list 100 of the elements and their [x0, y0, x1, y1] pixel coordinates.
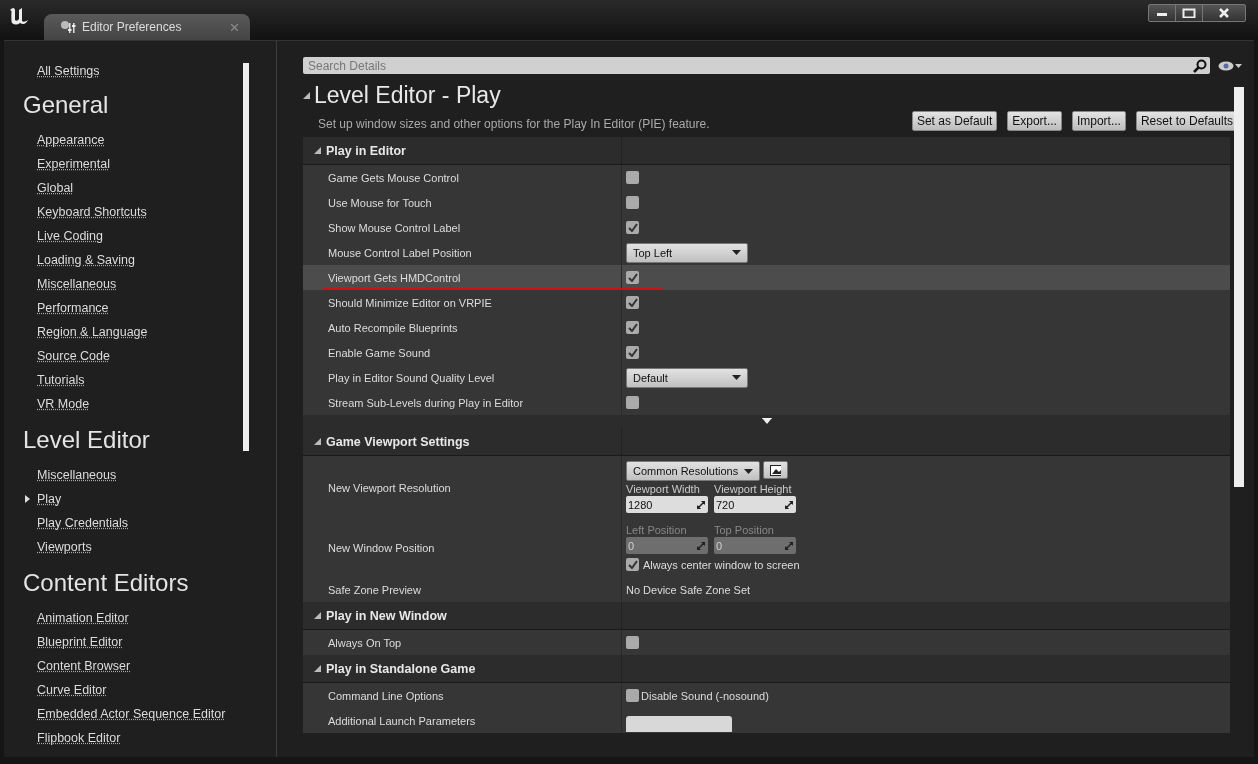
- property-label: Command Line Options: [328, 689, 444, 702]
- field-label: Top Position: [714, 524, 775, 536]
- option-label: Always center window to screen: [643, 558, 800, 571]
- caret-icon: [732, 250, 741, 255]
- page-title: Level Editor - Play: [314, 82, 501, 109]
- editor-tab[interactable]: Editor Preferences: [44, 14, 250, 40]
- section-title[interactable]: Play in Editor: [326, 143, 406, 158]
- spin-arrows-icon: [785, 500, 793, 509]
- sidebar-link[interactable]: Miscellaneous: [37, 467, 117, 483]
- spin-arrows-icon: [697, 500, 705, 509]
- property-label: Enable Game Sound: [328, 346, 431, 359]
- checkbox[interactable]: [626, 636, 639, 649]
- sidebar-link[interactable]: Content Browser: [37, 658, 131, 674]
- section-title[interactable]: Game Viewport Settings: [326, 434, 470, 449]
- property-label: Game Gets Mouse Control: [328, 171, 459, 184]
- sidebar-link[interactable]: Curve Editor: [37, 682, 107, 698]
- scrollbar[interactable]: [243, 63, 249, 451]
- checkbox[interactable]: [626, 346, 639, 359]
- sidebar-link[interactable]: Global: [37, 180, 74, 196]
- image-button[interactable]: [763, 461, 789, 479]
- spin-arrows-icon: [785, 541, 793, 550]
- checkbox[interactable]: [626, 221, 639, 234]
- search-icon: [1193, 59, 1207, 73]
- section-title[interactable]: Play in New Window: [326, 608, 447, 623]
- sidebar-link[interactable]: VR Mode: [37, 396, 90, 412]
- property-label: Play in Editor Sound Quality Level: [328, 371, 495, 384]
- property-label: Always On Top: [328, 636, 402, 649]
- category-heading: Content Editors: [23, 568, 190, 598]
- value-text: No Device Safe Zone Set: [626, 583, 751, 596]
- spin-arrows-icon: [697, 541, 705, 550]
- category-heading: General: [23, 90, 110, 120]
- action-button[interactable]: Export...: [1007, 111, 1062, 131]
- property-label: Auto Recompile Blueprints: [328, 321, 458, 334]
- sidebar-link[interactable]: Tutorials: [37, 372, 85, 388]
- property-label: New Viewport Resolution: [328, 481, 451, 494]
- checkbox[interactable]: [626, 196, 639, 209]
- property-label: New Window Position: [328, 542, 435, 554]
- property-label: Mouse Control Label Position: [328, 246, 472, 259]
- close-icon[interactable]: [231, 23, 238, 31]
- sidebar-link[interactable]: Live Coding: [37, 228, 103, 244]
- sidebar-link[interactable]: Loading & Saving: [37, 252, 135, 268]
- field-label: Viewport Height: [714, 483, 793, 495]
- checkbox[interactable]: [626, 396, 639, 409]
- option-label: Disable Sound (-nosound): [641, 689, 769, 702]
- sidebar-link[interactable]: Flipbook Editor: [37, 730, 121, 746]
- number-field[interactable]: 720: [714, 496, 796, 513]
- input-field[interactable]: [626, 715, 732, 732]
- sidebar-link[interactable]: Blueprint Editor: [37, 634, 123, 650]
- sidebar-link[interactable]: Source Code: [37, 348, 110, 364]
- resolutions-dropdown[interactable]: Common Resolutions: [626, 461, 761, 481]
- collapse-icon[interactable]: [314, 438, 321, 445]
- checkbox[interactable]: [626, 321, 639, 334]
- sidebar-link[interactable]: Play: [37, 491, 62, 507]
- sidebar-link[interactable]: Keyboard Shortcuts: [37, 204, 147, 220]
- maximize-icon: [1182, 8, 1196, 18]
- checkbox[interactable]: [626, 689, 639, 702]
- sidebar-link[interactable]: Miscellaneous: [37, 276, 117, 292]
- sidebar-link[interactable]: Animation Editor: [37, 610, 129, 626]
- category-heading: Level Editor: [23, 425, 151, 455]
- property-label: Show Mouse Control Label: [328, 221, 461, 234]
- field-label: Viewport Width: [626, 483, 701, 495]
- collapse-icon[interactable]: [303, 92, 310, 99]
- dropdown[interactable]: Default: [626, 367, 748, 388]
- search-field[interactable]: Search Details: [303, 57, 1210, 74]
- sidebar-link[interactable]: Performance: [37, 300, 109, 316]
- action-button[interactable]: Import...: [1071, 111, 1126, 131]
- caret-icon: [732, 375, 741, 380]
- sidebar-link[interactable]: All Settings: [37, 63, 100, 79]
- expand-icon: [761, 418, 772, 425]
- field-label: Left Position: [626, 524, 688, 536]
- sidebar-link[interactable]: Viewports: [37, 539, 92, 555]
- sidebar-link[interactable]: Experimental: [37, 156, 110, 172]
- property-label: Viewport Gets HMDControl: [328, 271, 461, 284]
- number-field[interactable]: 1280: [626, 496, 708, 513]
- collapse-icon[interactable]: [314, 665, 321, 672]
- property-label: Additional Launch Parameters: [328, 714, 476, 727]
- property-label: Safe Zone Preview: [328, 583, 421, 596]
- checkbox[interactable]: [626, 271, 639, 284]
- property-label: Should Minimize Editor on VRPIE: [328, 296, 492, 309]
- advanced-toggle[interactable]: [303, 415, 1230, 428]
- close-icon: [1217, 8, 1231, 18]
- checkbox[interactable]: [626, 558, 639, 571]
- sidebar-link[interactable]: Embedded Actor Sequence Editor: [37, 706, 226, 722]
- sliders-icon: [60, 20, 76, 34]
- property-label: Stream Sub-Levels during Play in Editor: [328, 396, 524, 409]
- image-icon: [770, 464, 782, 476]
- action-button[interactable]: Set as Default: [911, 111, 998, 131]
- dropdown[interactable]: Top Left: [626, 242, 748, 263]
- collapse-icon[interactable]: [314, 147, 321, 154]
- checkbox[interactable]: [626, 171, 639, 184]
- sidebar-link[interactable]: Appearance: [37, 132, 105, 148]
- collapse-icon[interactable]: [314, 612, 321, 619]
- checkbox[interactable]: [626, 296, 639, 309]
- sidebar-link[interactable]: Region & Language: [37, 324, 148, 340]
- eye-icon[interactable]: [1218, 60, 1242, 71]
- caret-icon: [744, 468, 754, 474]
- section-title[interactable]: Play in Standalone Game: [326, 661, 476, 676]
- sidebar-link[interactable]: Play Credentials: [37, 515, 128, 531]
- scrollbar[interactable]: [1234, 87, 1244, 487]
- page-description: Set up window sizes and other options for the Play In Editor (PIE) feature.: [318, 117, 710, 131]
